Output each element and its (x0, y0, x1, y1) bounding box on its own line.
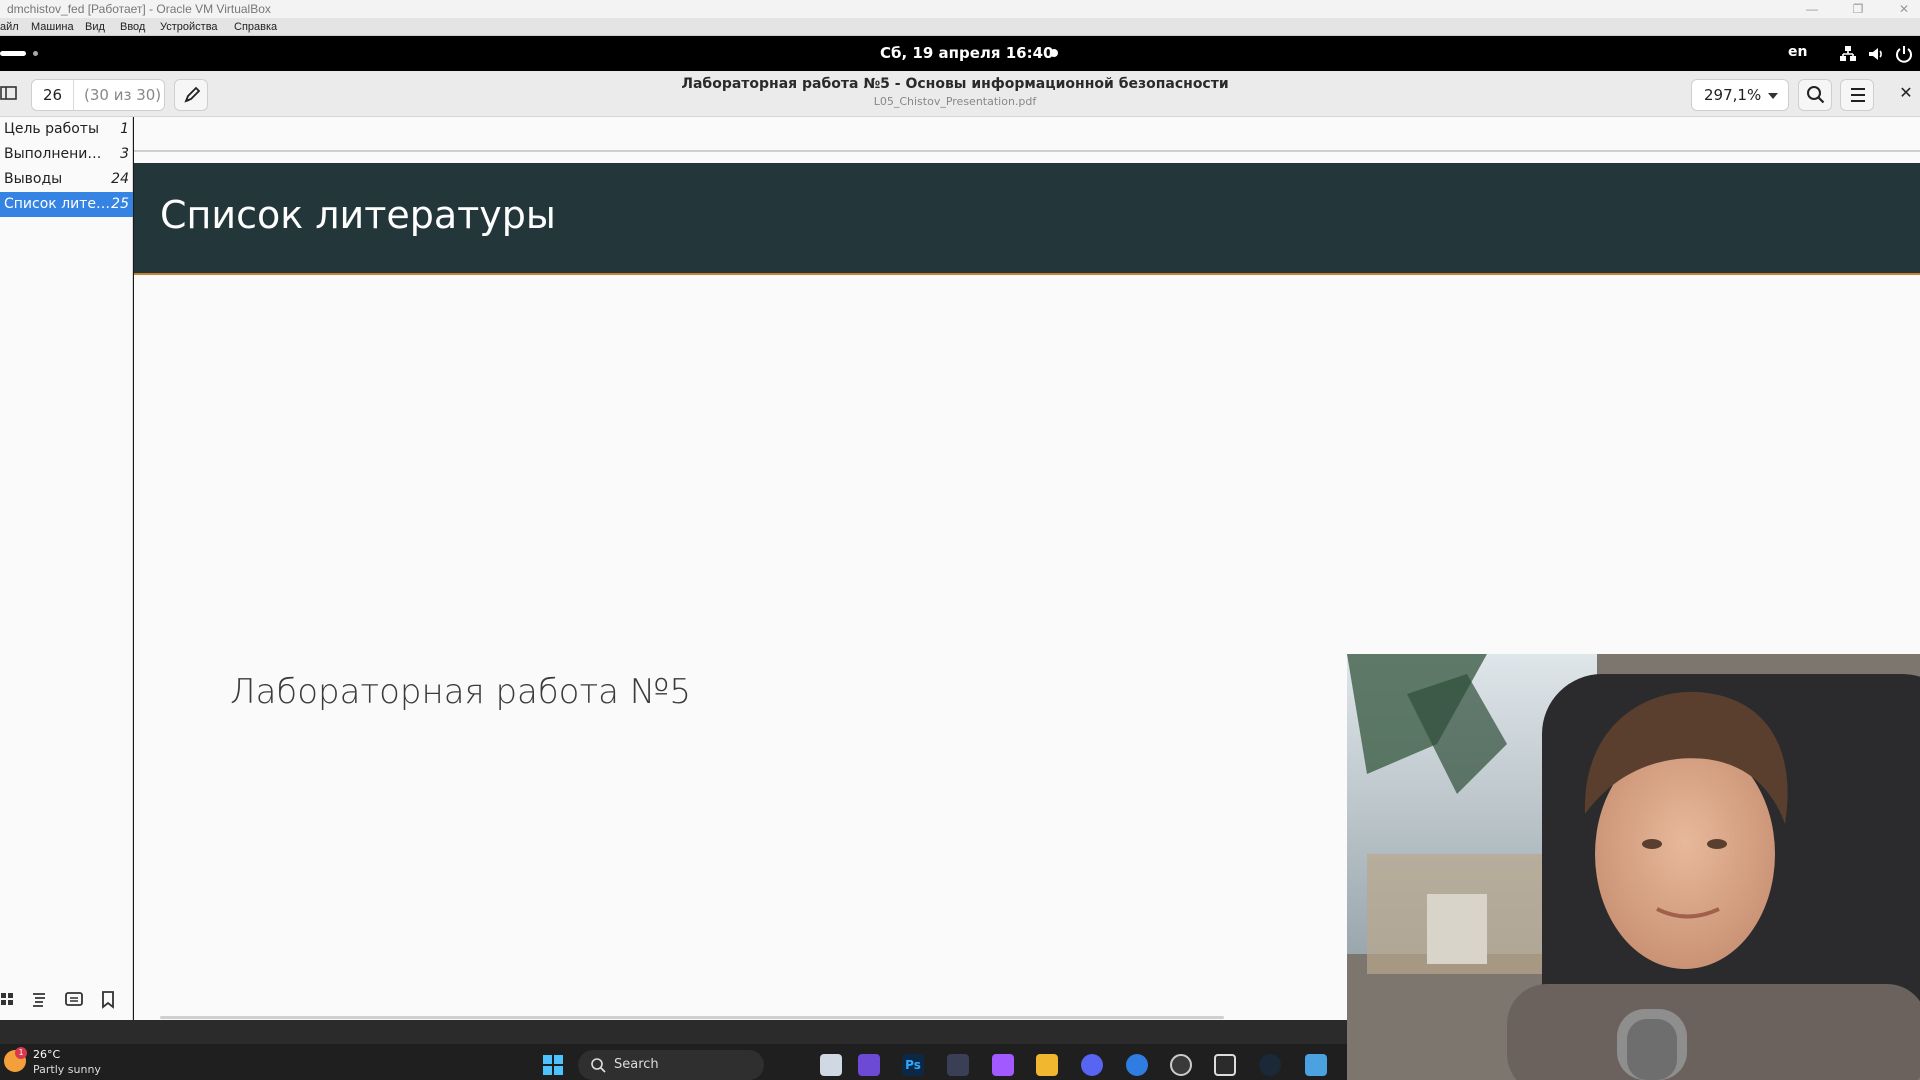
menu-devices[interactable]: Устройства (160, 18, 218, 36)
outline-sidebar: Цель работы 1 Выполнени… 3 Выводы 24 Спи… (0, 117, 133, 1020)
pencil-icon (184, 86, 201, 103)
outline-item-page: 1 (120, 121, 129, 137)
menu-help[interactable]: Справка (234, 18, 277, 36)
taskbar-search[interactable]: Search (578, 1050, 764, 1080)
webcam-video-frame (1347, 654, 1920, 1080)
page-selector[interactable]: 26 (30 из 30) (31, 79, 165, 111)
power-icon[interactable] (1894, 44, 1914, 64)
davinci-resolve-icon[interactable] (947, 1054, 969, 1076)
main-menu-button[interactable] (1840, 79, 1874, 111)
sidebar-toggle-icon[interactable] (0, 82, 18, 104)
network-icon[interactable] (1838, 44, 1858, 64)
figma-icon[interactable] (992, 1054, 1014, 1076)
steam-icon[interactable] (1259, 1054, 1281, 1076)
weather-badge: 1 (15, 1047, 27, 1059)
search-icon (1807, 86, 1825, 104)
annotations-icon[interactable] (64, 989, 84, 1009)
outline-item-conclusions[interactable]: Выводы 24 (0, 167, 133, 192)
clock[interactable]: Сб, 19 апреля 16:40 (880, 44, 1053, 62)
gnome-top-bar: Сб, 19 апреля 16:40 en (0, 36, 1920, 71)
workspace-dot (33, 51, 38, 56)
close-window-icon[interactable]: ✕ (1886, 0, 1920, 18)
thumbnails-icon[interactable] (0, 989, 20, 1009)
close-document-icon[interactable]: ✕ (1896, 83, 1916, 103)
outline-item-page: 3 (120, 146, 129, 162)
slide-body-text: Лабораторная работа №5 (230, 672, 692, 712)
search-icon (591, 1058, 606, 1073)
outline-item-execution[interactable]: Выполнени… 3 (0, 142, 133, 167)
keyboard-layout[interactable]: en (1788, 44, 1807, 60)
viewer-header-bar: 26 (30 из 30) Лабораторная работа №5 - О… (0, 71, 1920, 117)
menu-machine[interactable]: Машина (31, 18, 74, 36)
outline-item-page: 25 (111, 196, 129, 212)
weather-description[interactable]: Partly sunny (33, 1063, 101, 1076)
menu-file[interactable]: айл (0, 18, 19, 36)
bookmarks-icon[interactable] (98, 989, 118, 1009)
discord-icon[interactable] (1081, 1054, 1103, 1076)
zoom-value: 297,1% (1704, 86, 1762, 104)
page-divider (134, 150, 1920, 152)
weather-temperature[interactable]: 26°C (33, 1048, 60, 1061)
search-button[interactable] (1798, 79, 1832, 111)
virtualbox-title-bar: dmchistov_fed [Работает] - Oracle VM Vir… (0, 0, 1920, 18)
virtualbox-menu-bar: айл Машина Вид Ввод Устройства Справка (0, 18, 1920, 36)
hamburger-menu-icon (1851, 88, 1865, 102)
app-blue-icon[interactable] (1126, 1054, 1148, 1076)
menu-input[interactable]: Ввод (120, 18, 145, 36)
restore-icon[interactable]: ❐ (1840, 0, 1876, 18)
photoshop-icon[interactable]: Ps (902, 1054, 924, 1076)
activities-indicator[interactable] (0, 51, 26, 56)
page-number-input[interactable]: 26 (32, 80, 74, 110)
horizontal-scrollbar[interactable] (160, 1016, 1224, 1019)
page-count: (30 из 30) (84, 86, 162, 104)
virtualbox-icon[interactable] (1214, 1054, 1236, 1076)
outline-item-page: 24 (111, 171, 129, 187)
annotate-button[interactable] (174, 79, 208, 111)
windows-start-icon[interactable] (542, 1054, 564, 1076)
outline-item-references[interactable]: Список лите… 25 (0, 192, 133, 217)
app-tiles-icon[interactable] (1305, 1054, 1327, 1076)
outline-item-label: Выполнени… (4, 146, 102, 162)
sidebar-tabs (0, 981, 133, 1017)
outline-item-goal[interactable]: Цель работы 1 (0, 117, 133, 142)
outline-icon[interactable] (30, 989, 50, 1009)
file-explorer-icon[interactable] (1036, 1054, 1058, 1076)
outline-item-label: Цель работы (4, 121, 100, 137)
chevron-down-icon (1768, 93, 1778, 99)
webcam-overlay (1347, 654, 1920, 1080)
outline-item-label: Выводы (4, 171, 63, 187)
minimize-icon[interactable]: — (1794, 0, 1830, 18)
search-label: Search (614, 1057, 659, 1072)
notification-dot (1050, 49, 1058, 57)
slide-title: Список литературы (160, 193, 556, 237)
window-title: dmchistov_fed [Работает] - Oracle VM Vir… (7, 2, 271, 16)
app-circle-icon[interactable] (1170, 1054, 1192, 1076)
menu-view[interactable]: Вид (85, 18, 105, 36)
volume-icon[interactable] (1866, 44, 1886, 64)
document-title: Лабораторная работа №5 - Основы информац… (681, 76, 1229, 92)
slide-header: Список литературы (134, 163, 1920, 275)
document-filename: L05_Chistov_Presentation.pdf (873, 95, 1037, 108)
zoom-select[interactable]: 297,1% (1691, 79, 1789, 111)
outline-item-label: Список лите… (4, 196, 111, 212)
app-star-icon[interactable] (858, 1054, 880, 1076)
task-view-icon[interactable] (820, 1054, 842, 1076)
